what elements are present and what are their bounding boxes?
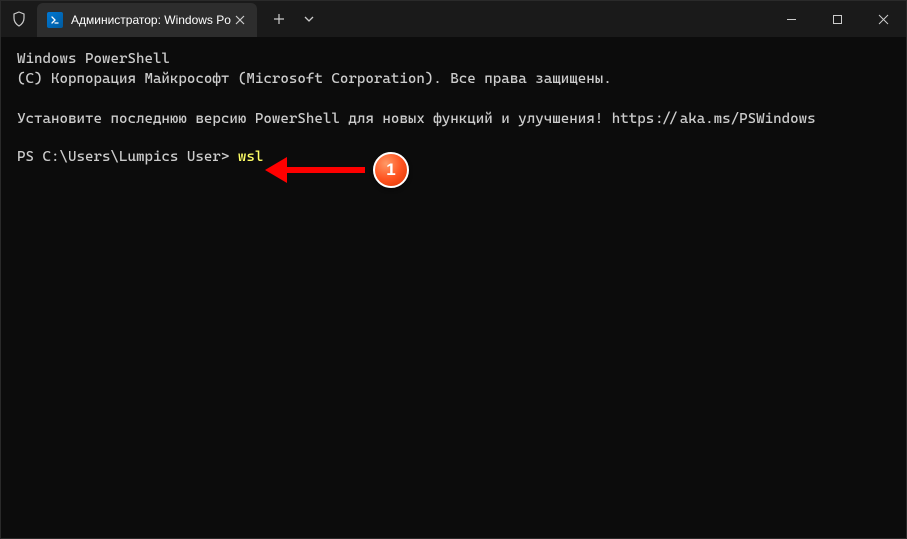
terminal-pane[interactable]: Windows PowerShell (C) Корпорация Майкро… (1, 37, 906, 538)
tab-close-button[interactable] (231, 11, 249, 29)
terminal-output-line: (C) Корпорация Майкрософт (Microsoft Cor… (17, 69, 890, 89)
tab-dropdown-button[interactable] (297, 3, 321, 35)
tab-actions (263, 3, 321, 35)
terminal-output-line: Установите последнюю версию PowerShell д… (17, 109, 890, 129)
close-button[interactable] (860, 1, 906, 37)
window-controls (768, 1, 906, 37)
prompt-text: PS C:\Users\Lumpics User> (17, 149, 238, 165)
minimize-button[interactable] (768, 1, 814, 37)
new-tab-button[interactable] (263, 3, 295, 35)
titlebar-left: Администратор: Windows Po (1, 1, 321, 37)
titlebar: Администратор: Windows Po (1, 1, 906, 37)
powershell-icon (47, 12, 63, 28)
tab-content: Администратор: Windows Po (47, 12, 231, 28)
terminal-window: Администратор: Windows Po (0, 0, 907, 539)
maximize-button[interactable] (814, 1, 860, 37)
terminal-output-line (17, 89, 890, 109)
shield-icon (1, 1, 37, 37)
tab-title: Администратор: Windows Po (71, 13, 231, 27)
terminal-output-line: Windows PowerShell (17, 49, 890, 69)
command-text: wsl (238, 149, 264, 165)
prompt-line: PS C:\Users\Lumpics User> wsl (17, 147, 890, 167)
tab-powershell[interactable]: Администратор: Windows Po (37, 3, 257, 37)
